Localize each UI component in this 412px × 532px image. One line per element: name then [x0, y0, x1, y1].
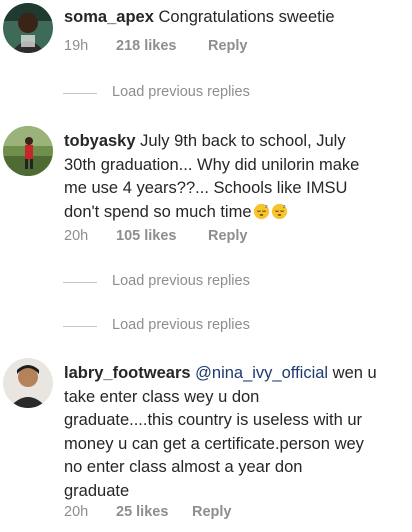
load-previous-label: Load previous replies	[112, 273, 250, 289]
comment-labry-footwears: labry_footwears @nina_ivy_official wen u…	[0, 350, 412, 532]
avatar-photo-icon	[3, 126, 53, 176]
load-previous-label: Load previous replies	[112, 317, 250, 333]
comment-body-line: take enter class wey u don	[64, 387, 260, 406]
reply-button[interactable]: Reply	[192, 504, 232, 520]
comment-text: soma_apex Congratulations sweetie	[64, 6, 404, 30]
comment-time: 20h	[64, 504, 89, 520]
comment-soma-apex: soma_apex Congratulations sweetie 19h 218…	[0, 0, 412, 70]
comment-body-line: don't spend so much time	[64, 202, 252, 221]
comment-username[interactable]: labry_footwears	[64, 364, 191, 382]
divider-line	[63, 93, 97, 94]
user-avatar[interactable]	[3, 358, 53, 408]
load-previous-replies-button[interactable]: Load previous replies	[0, 317, 412, 337]
load-previous-replies-button[interactable]: Load previous replies	[0, 84, 412, 104]
comment-text: labry_footwears @nina_ivy_official wen u…	[64, 362, 404, 503]
reply-button[interactable]: Reply	[208, 38, 248, 54]
comment-text: tobyasky July 9th back to school, July 3…	[64, 130, 404, 224]
comment-likes[interactable]: 105 likes	[116, 228, 208, 244]
comment-body-line: no enter class almost a year don	[64, 458, 303, 476]
comment-meta: 20h 105 likes Reply	[64, 228, 248, 244]
avatar-photo-icon	[3, 358, 53, 408]
load-previous-replies-button[interactable]: Load previous replies	[0, 273, 412, 293]
comment-username[interactable]: soma_apex	[64, 8, 154, 26]
comment-body-line: me use 4 years??... Schools like IMSU	[64, 179, 348, 197]
comment-likes[interactable]: 25 likes	[116, 504, 192, 520]
user-avatar[interactable]	[3, 126, 53, 176]
sleeping-face-icon: z	[253, 203, 270, 220]
comment-meta: 20h 25 likes Reply	[64, 504, 232, 520]
divider-line	[63, 282, 97, 283]
comment-tobyasky: tobyasky July 9th back to school, July 3…	[0, 120, 412, 250]
comment-body-line: 30th graduation... Why did unilorin make	[64, 155, 360, 174]
mention-link[interactable]: @nina_ivy_official	[195, 364, 328, 382]
comment-body-line: wen u	[332, 364, 377, 382]
comment-body-line: graduate	[64, 481, 130, 500]
divider-line	[63, 326, 97, 327]
avatar-photo-icon	[3, 3, 53, 53]
svg-text:z: z	[282, 204, 285, 210]
comment-body-line: July 9th back to school, July	[140, 132, 346, 150]
comment-time: 19h	[64, 38, 89, 54]
comment-likes[interactable]: 218 likes	[116, 38, 208, 54]
comment-body-line: money u can get a certificate.person wey	[64, 434, 364, 453]
comment-time: 20h	[64, 228, 89, 244]
comment-username[interactable]: tobyasky	[64, 132, 136, 150]
sleeping-face-icon: z	[271, 203, 288, 220]
svg-text:z: z	[264, 204, 267, 210]
comment-body: Congratulations sweetie	[158, 8, 335, 26]
user-avatar[interactable]	[3, 3, 53, 53]
reply-button[interactable]: Reply	[208, 228, 248, 244]
comment-body-line: graduate....this country is useless with…	[64, 411, 363, 429]
load-previous-label: Load previous replies	[112, 84, 250, 100]
comment-meta: 19h 218 likes Reply	[64, 38, 248, 54]
